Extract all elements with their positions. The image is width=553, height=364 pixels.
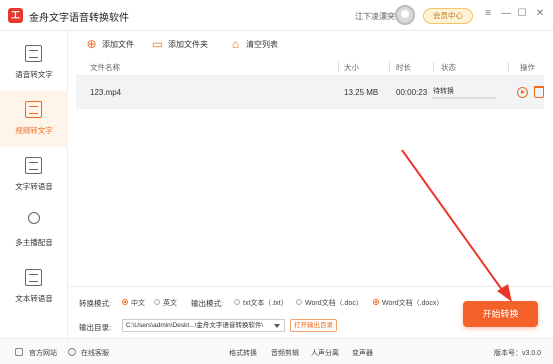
output-dir-field[interactable]: C:\Users\admin\Deskt...\金舟文字语音转换软件\ [122,319,285,332]
plus-circle-icon: ⊕ [86,37,97,51]
tool-format-convert[interactable]: 格式转换 [229,348,257,358]
file-status: 待转换 [433,88,454,95]
menu-icon[interactable]: ≡ [481,7,495,21]
clear-list-label: 清空列表 [246,40,278,49]
file-table-header: 文件名称 大小 时长 状态 操作 [76,58,544,76]
column-divider [508,62,509,72]
sidebar-item-text-to-speech[interactable]: 文字转语音 [0,147,68,203]
radio-chinese[interactable]: 中文 [122,298,145,308]
minimize-icon[interactable]: — [499,7,513,21]
convert-mode-label: 转换模式: [79,299,112,308]
sidebar-item-label: 文本转语音 [15,294,53,303]
column-header-duration: 时长 [396,63,411,72]
website-icon [15,348,23,356]
file-size: 13.25 MB [344,88,379,97]
tool-voice-changer[interactable]: 变声器 [352,348,373,358]
vip-center-button[interactable]: 会员中心 [423,8,473,24]
tool-vocal-separation[interactable]: 人声分离 [311,348,339,358]
clear-list-button[interactable]: ⌂ 清空列表 [227,36,287,53]
title-bar: 工 金舟文字语音转换软件 江下凌漂突 会员中心 ≡ — ☐ ✕ [0,0,553,31]
chevron-down-icon[interactable] [274,324,280,328]
support-icon [68,348,76,356]
file-name: 123.mp4 [90,88,122,97]
broom-icon: ⌂ [231,37,240,51]
close-icon[interactable]: ✕ [533,7,547,21]
radio-docx[interactable]: Word文档（.docx） [373,298,443,308]
user-name[interactable]: 江下凌漂突 [355,11,395,22]
output-format-label: 输出模式: [191,299,224,308]
column-header-actions: 操作 [520,63,535,72]
sidebar-item-document-to-speech[interactable]: 文本转语音 [0,259,68,315]
table-row[interactable]: 123.mp4 13.25 MB 00:00:23 待转换 [76,76,544,109]
sidebar-item-label: 文字转语音 [15,182,53,191]
settings-panel: 转换模式: 中文 英文 输出模式: txt文本（.txt） Word文档（.do… [69,286,553,338]
support-link[interactable]: 在线客服 [81,348,109,358]
add-folder-button[interactable]: ▭ 添加文件夹 [149,36,227,53]
column-divider [389,62,390,72]
column-header-size: 大小 [344,63,359,72]
website-link[interactable]: 官方网站 [29,348,57,358]
file-duration: 00:00:23 [396,88,428,97]
column-divider [433,62,434,72]
sidebar-item-label: 视频转文字 [15,126,53,135]
maximize-icon[interactable]: ☐ [515,7,529,21]
text-to-speech-icon [25,157,42,174]
avatar[interactable] [395,5,415,25]
start-convert-button[interactable]: 开始转换 [463,301,538,327]
radio-doc[interactable]: Word文档（.doc） [296,298,363,308]
footer: 官方网站 在线客服 格式转换 音频剪辑 人声分离 变声器 版本号：v3.0.0 [0,338,553,364]
add-file-button[interactable]: ⊕ 添加文件 [83,36,148,53]
open-output-dir-button[interactable]: 打开输出目录 [290,319,337,332]
column-header-status: 状态 [441,63,456,72]
sidebar-item-video-to-text[interactable]: 视频转文字 [0,91,68,147]
sidebar-item-multi-voice[interactable]: 多主播配音 [0,203,68,259]
version-label: 版本号：v3.0.0 [494,350,542,357]
video-to-text-icon [25,101,42,118]
speech-to-text-icon [25,45,42,62]
app-logo-icon: 工 [8,8,23,23]
folder-icon: ▭ [151,37,164,51]
document-to-speech-icon [25,269,42,286]
output-dir-label: 输出目录: [79,323,112,332]
add-file-label: 添加文件 [102,40,134,49]
sidebar: 语音转文字 视频转文字 文字转语音 多主播配音 文本转语音 [0,31,68,338]
sidebar-item-speech-to-text[interactable]: 语音转文字 [0,35,68,91]
radio-english[interactable]: 英文 [154,298,177,308]
multi-voice-icon [28,212,40,224]
add-folder-label: 添加文件夹 [168,40,208,49]
radio-txt[interactable]: txt文本（.txt） [234,298,288,308]
status-progress-bar [432,97,496,99]
sidebar-item-label: 语音转文字 [15,70,53,79]
app-title: 金舟文字语音转换软件 [29,13,129,24]
trash-icon[interactable] [534,86,544,98]
column-divider [338,62,339,72]
column-header-name: 文件名称 [90,63,120,72]
sidebar-item-label: 多主播配音 [15,238,53,247]
toolbar: ⊕ 添加文件 ▭ 添加文件夹 ⌂ 清空列表 [69,31,553,58]
tool-audio-clip[interactable]: 音频剪辑 [271,348,299,358]
play-icon[interactable] [517,87,528,98]
